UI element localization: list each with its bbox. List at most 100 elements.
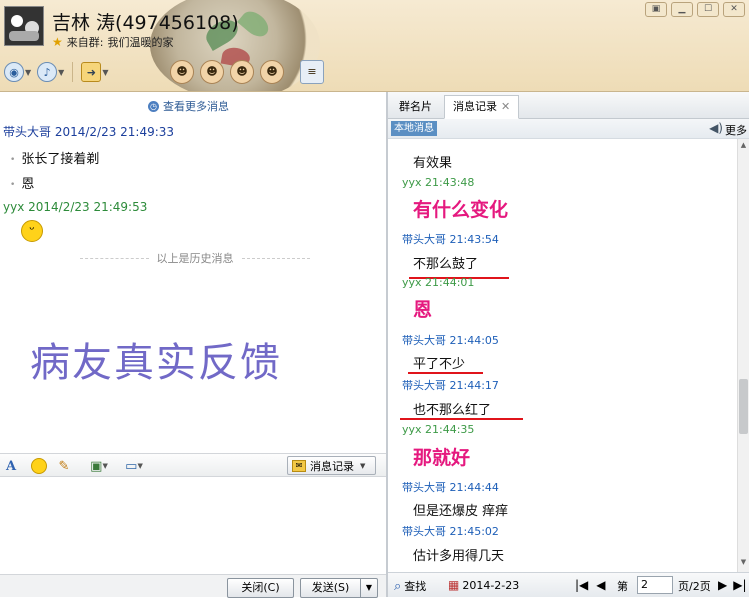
shake-window-icon[interactable]: ✎ xyxy=(55,457,73,475)
log-highlight: 有什么变化 xyxy=(413,199,509,221)
scroll-thumb[interactable] xyxy=(739,379,748,434)
date-value: 2014-2-23 xyxy=(462,578,520,592)
send-file-button[interactable]: ➜ ▼ xyxy=(81,60,108,84)
message-text: 恩 xyxy=(10,173,34,192)
input-toolbar: A ✎ ▣ ▼ ▭ ▼ ✉ 消息记录 ▼ xyxy=(0,453,386,477)
microphone-icon: ♪ xyxy=(37,62,58,82)
minimize-button[interactable]: ▁ xyxy=(671,2,693,17)
log-sender: yyx 21:43:48 xyxy=(402,176,475,189)
clock-icon: ◷ xyxy=(148,100,159,112)
page-suffix: 页/2页 xyxy=(678,580,711,593)
block-contact-icon[interactable]: ☻ xyxy=(200,60,224,84)
prev-page-icon[interactable]: ◀ xyxy=(596,578,605,592)
view-more-label: 查看更多消息 xyxy=(163,100,229,113)
tab-message-log[interactable]: 消息记录 ✕ xyxy=(444,95,520,119)
window-controls: ▣ ▁ ☐ ✕ xyxy=(645,2,745,17)
tab-group-card[interactable]: 群名片 xyxy=(390,95,441,119)
chevron-down-icon: ▼ xyxy=(360,461,366,470)
log-sender: 带头大哥 21:45:02 xyxy=(402,525,499,538)
toolbar-divider xyxy=(72,62,74,82)
tab-message-log-label: 消息记录 xyxy=(453,100,497,113)
send-options-button[interactable]: ▼ xyxy=(360,578,378,598)
chat-toolbar: ◉ ▼ ♪ ▼ ➜ ▼ xyxy=(4,60,108,84)
chat-window-header: 吉林 涛(497456108) ★ 来自群: 我们温暖的家 ▣ ▁ ☐ ✕ ◉ ▼… xyxy=(0,0,749,92)
video-call-button[interactable]: ◉ ▼ xyxy=(4,60,31,84)
log-sender: 带头大哥 21:43:54 xyxy=(402,233,499,246)
history-divider-label: 以上是历史消息 xyxy=(156,252,234,265)
red-underline xyxy=(408,372,483,374)
log-highlight: 那就好 xyxy=(413,447,471,469)
view-more-link[interactable]: ◷ 查看更多消息 xyxy=(148,98,229,114)
skin-button[interactable]: ▣ xyxy=(645,2,667,17)
source-group[interactable]: 我们温暖的家 xyxy=(107,34,173,50)
more-button[interactable]: 更多 xyxy=(725,122,747,138)
chat-history-pane[interactable]: ◷ 查看更多消息 带头大哥 2014/2/23 21:49:33 张长了接着剃 … xyxy=(0,92,386,453)
close-window-button[interactable]: ✕ xyxy=(723,2,745,17)
log-text: 也不那么红了 xyxy=(413,403,492,418)
next-page-icon[interactable]: ▶ xyxy=(718,578,727,592)
red-underline xyxy=(400,418,523,420)
chevron-down-icon[interactable]: ▼ xyxy=(102,68,108,77)
first-page-icon[interactable]: |◀ xyxy=(575,578,588,592)
log-footer: ⌕ 查找 ▦ 2014-2-23 |◀ ◀ 第 2 页/2页 ▶ ▶| xyxy=(388,572,749,597)
calendar-icon: ▦ xyxy=(448,578,460,592)
chevron-down-icon[interactable]: ▼ xyxy=(58,68,64,77)
screenshot-icon[interactable]: ▭ ▼ xyxy=(120,457,148,475)
log-text: 估计多用得几天 xyxy=(413,549,505,564)
page-nav: |◀ ◀ xyxy=(575,578,606,592)
source-label: 来自群: xyxy=(66,36,104,49)
log-sender: 带头大哥 21:44:17 xyxy=(402,379,499,392)
emoji-icon[interactable] xyxy=(30,457,48,475)
remove-contact-icon[interactable]: ☻ xyxy=(230,60,254,84)
chevron-down-icon[interactable]: ▼ xyxy=(25,68,31,77)
group-source: ★ 来自群: 我们温暖的家 xyxy=(52,34,173,50)
log-sender: 带头大哥 21:44:05 xyxy=(402,334,499,347)
search-icon: ⌕ xyxy=(394,578,402,594)
log-sender: 带头大哥 21:44:44 xyxy=(402,481,499,494)
log-scrollbar[interactable]: ▲ ▼ xyxy=(737,139,749,572)
camera-icon: ◉ xyxy=(4,62,24,82)
avatar[interactable] xyxy=(4,6,44,46)
message-log-icon: ✉ xyxy=(292,459,306,472)
watermark-text: 病友真实反馈 xyxy=(30,340,282,386)
add-contact-icon[interactable]: ☻ xyxy=(260,60,284,84)
log-text: 有效果 xyxy=(413,156,453,171)
scroll-down-icon[interactable]: ▼ xyxy=(738,558,749,570)
date-picker[interactable]: ▦ 2014-2-23 xyxy=(448,578,519,592)
log-highlight: 恩 xyxy=(413,299,433,321)
log-sender: yyx 21:44:35 xyxy=(402,423,475,436)
log-text: 不那么鼓了 xyxy=(413,257,479,272)
message-log-button[interactable]: ✉ 消息记录 ▼ xyxy=(287,456,376,475)
log-subbar: 本地消息 ◀) 更多 xyxy=(388,119,749,139)
contact-title: 吉林 涛(497456108) xyxy=(52,12,239,34)
message-text: 张长了接着剃 xyxy=(10,148,99,167)
send-image-icon[interactable]: ▣ ▼ xyxy=(86,457,112,475)
send-button[interactable]: 发送(S) xyxy=(300,578,361,598)
contact-person-icon[interactable]: ☻ xyxy=(170,60,194,84)
contact-actions: ☻ ☻ ☻ ☻ ≡ xyxy=(170,60,324,84)
font-icon[interactable]: A xyxy=(3,457,19,475)
panel-tabs: 群名片 消息记录 ✕ xyxy=(388,92,749,119)
speaker-icon[interactable]: ◀) xyxy=(709,121,723,135)
last-page-icon[interactable]: ▶| xyxy=(733,578,746,592)
message-sender: yyx 2014/2/23 21:49:53 xyxy=(3,200,148,214)
scroll-up-icon[interactable]: ▲ xyxy=(738,141,749,153)
maximize-button[interactable]: ☐ xyxy=(697,2,719,17)
log-list: 有效果 yyx 21:43:48 有什么变化 带头大哥 21:43:54 不那么… xyxy=(388,139,737,572)
message-board-icon[interactable]: ≡ xyxy=(300,60,324,84)
log-text: 但是还爆皮 痒痒 xyxy=(413,504,509,519)
message-log-panel: 群名片 消息记录 ✕ 本地消息 ◀) 更多 有效果 yyx 21:43:48 有什… xyxy=(388,92,749,597)
close-button[interactable]: 关闭(C) xyxy=(227,578,294,598)
star-icon: ★ xyxy=(52,35,63,49)
log-sender: yyx 21:44:01 xyxy=(402,276,475,289)
close-icon[interactable]: ✕ xyxy=(501,100,510,113)
page-prefix: 第 xyxy=(617,580,628,593)
folder-icon: ➜ xyxy=(81,62,102,82)
bottom-actions: 关闭(C) 发送(S) ▼ xyxy=(0,574,386,598)
page-input[interactable]: 2 xyxy=(637,576,673,594)
message-log-label: 消息记录 xyxy=(310,459,354,473)
local-messages-label[interactable]: 本地消息 xyxy=(391,121,437,136)
message-input[interactable] xyxy=(0,478,386,574)
search-button[interactable]: ⌕ 查找 xyxy=(394,578,426,594)
voice-call-button[interactable]: ♪ ▼ xyxy=(37,60,64,84)
